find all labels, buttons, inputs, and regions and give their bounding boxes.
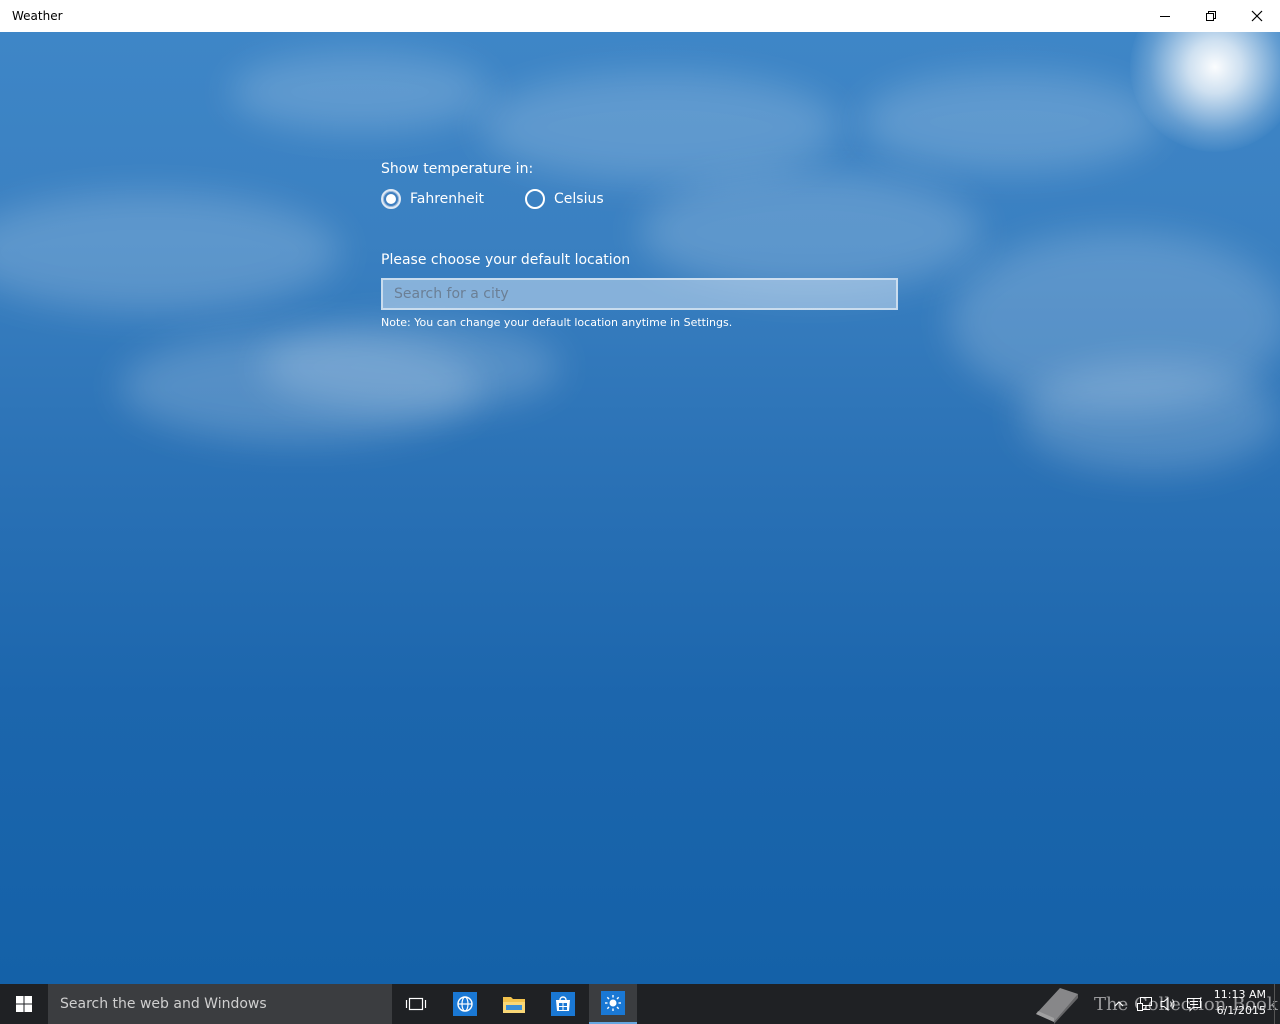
celsius-radio[interactable]: Celsius bbox=[525, 188, 604, 210]
clock-date: 6/1/2015 bbox=[1216, 1004, 1266, 1017]
radio-checked-icon bbox=[381, 189, 401, 209]
volume-button[interactable] bbox=[1158, 984, 1180, 1024]
store-button[interactable] bbox=[539, 984, 587, 1024]
edge-button[interactable] bbox=[441, 984, 489, 1024]
clock-time: 11:13 AM bbox=[1213, 988, 1266, 1001]
file-explorer-button[interactable] bbox=[490, 984, 538, 1024]
show-desktop-button[interactable] bbox=[1274, 984, 1280, 1024]
show-hidden-icons-button[interactable] bbox=[1112, 984, 1126, 1024]
temperature-label: Show temperature in: bbox=[381, 161, 534, 177]
book-icon bbox=[1036, 988, 1078, 1024]
window-title: Weather bbox=[12, 9, 63, 23]
location-label: Please choose your default location bbox=[381, 252, 631, 268]
fahrenheit-radio[interactable]: Fahrenheit bbox=[381, 188, 484, 210]
close-icon bbox=[1251, 10, 1263, 22]
taskbar: Search the web and Windows The Collectio… bbox=[0, 984, 1280, 1024]
start-button[interactable] bbox=[0, 984, 48, 1024]
celsius-label: Celsius bbox=[554, 191, 604, 207]
action-center-button[interactable] bbox=[1183, 984, 1205, 1024]
task-view-icon bbox=[405, 997, 427, 1011]
task-view-button[interactable] bbox=[392, 984, 440, 1024]
title-bar: Weather bbox=[0, 0, 1280, 32]
weather-app-icon bbox=[601, 991, 625, 1015]
minimize-icon bbox=[1160, 16, 1170, 17]
restore-icon bbox=[1206, 11, 1216, 21]
city-search-input[interactable] bbox=[381, 278, 898, 310]
location-note: Note: You can change your default locati… bbox=[381, 316, 733, 329]
taskbar-search-text: Search the web and Windows bbox=[60, 996, 267, 1012]
store-icon bbox=[551, 992, 575, 1016]
weather-app-button[interactable] bbox=[589, 984, 637, 1024]
edge-icon bbox=[453, 992, 477, 1016]
network-button[interactable] bbox=[1134, 984, 1156, 1024]
close-button[interactable] bbox=[1234, 0, 1280, 32]
restore-button[interactable] bbox=[1188, 0, 1234, 32]
fahrenheit-label: Fahrenheit bbox=[410, 191, 485, 207]
chevron-up-icon bbox=[1114, 1001, 1124, 1007]
sky-background: Show temperature in: Fahrenheit Celsius … bbox=[0, 32, 1280, 984]
volume-icon bbox=[1160, 996, 1175, 1012]
taskbar-search[interactable]: Search the web and Windows bbox=[48, 984, 392, 1024]
message-icon bbox=[1187, 998, 1201, 1012]
radio-unchecked-icon bbox=[525, 189, 545, 209]
file-explorer-icon bbox=[503, 997, 525, 1013]
network-icon bbox=[1137, 997, 1152, 1011]
minimize-button[interactable] bbox=[1142, 0, 1188, 32]
taskbar-clock[interactable]: 11:13 AM 6/1/2015 bbox=[1208, 987, 1266, 1019]
windows-logo-icon bbox=[16, 996, 32, 1012]
